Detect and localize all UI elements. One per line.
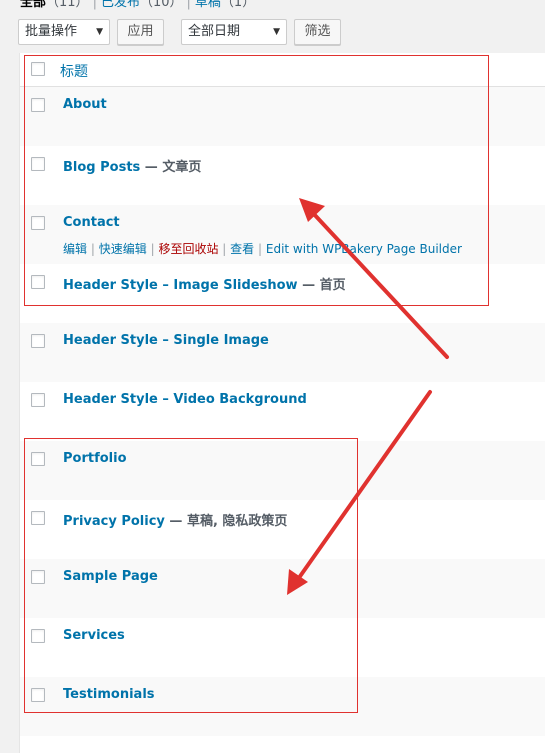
row-actions: 编辑 | 快速编辑 | 移至回收站 | 查看 | Edit with WPBak… [63, 240, 462, 257]
table-row: Testimonials [20, 677, 545, 736]
table-header: 标题 [20, 53, 545, 87]
row-checkbox[interactable] [31, 452, 45, 466]
row-action-page-builder[interactable]: Edit with WPBakery Page Builder [266, 242, 462, 256]
filter-draft-link[interactable]: 草稿 [195, 0, 221, 10]
row-state: — 首页 [297, 278, 346, 293]
filter-published-count: （10） [139, 0, 183, 10]
row-action-trash[interactable]: 移至回收站 [158, 242, 218, 256]
row-state: — 草稿, 隐私政策页 [164, 514, 288, 529]
row-checkbox[interactable] [31, 511, 45, 525]
row-state: — 文章页 [140, 160, 202, 175]
bulk-action-value: 批量操作 [25, 24, 78, 39]
row-title-link[interactable]: Sample Page [63, 569, 158, 584]
table-row: Header Style – Single Image [20, 323, 545, 382]
table-row: Blog Posts — 文章页 [20, 146, 545, 205]
date-filter-value: 全部日期 [188, 24, 241, 39]
row-action-separator: | [90, 242, 95, 256]
chevron-down-icon: ▼ [96, 27, 103, 37]
row-title-link[interactable]: Services [63, 628, 125, 643]
row-action-separator: | [258, 242, 263, 256]
filter-published-link[interactable]: 已发布 [101, 0, 140, 10]
row-action-separator: | [222, 242, 227, 256]
row-checkbox[interactable] [31, 157, 45, 171]
row-checkbox[interactable] [31, 570, 45, 584]
bulk-action-select[interactable]: 批量操作 ▼ [18, 19, 110, 45]
chevron-down-icon: ▼ [273, 27, 280, 37]
row-checkbox[interactable] [31, 393, 45, 407]
table-row: Header Style – Image Slideshow — 首页 [20, 264, 545, 323]
row-title-link[interactable]: Contact [63, 215, 120, 230]
filter-separator: | [186, 0, 191, 10]
row-title-link[interactable]: Portfolio [63, 451, 127, 466]
row-checkbox[interactable] [31, 275, 45, 289]
row-title-link[interactable]: Privacy Policy [63, 514, 165, 529]
filter-separator: | [92, 0, 97, 10]
row-title-link[interactable]: About [63, 97, 107, 112]
row-title-link[interactable]: Testimonials [63, 687, 155, 702]
row-checkbox[interactable] [31, 688, 45, 702]
row-title-link[interactable]: Blog Posts [63, 160, 140, 175]
row-title-link[interactable]: Header Style – Video Background [63, 392, 307, 407]
table-row: About [20, 87, 545, 146]
status-filters: 全部（11） | 已发布（10） | 草稿（1） [20, 0, 255, 10]
row-action-separator: | [150, 242, 155, 256]
filter-all-link[interactable]: 全部 [20, 0, 46, 10]
row-checkbox[interactable] [31, 216, 45, 230]
table-row: Portfolio [20, 441, 545, 500]
table-row: Services [20, 618, 545, 677]
row-checkbox[interactable] [31, 629, 45, 643]
row-action-view[interactable]: 查看 [230, 242, 254, 256]
row-title-link[interactable]: Header Style – Image Slideshow [63, 278, 298, 293]
table-row: Contact 编辑 | 快速编辑 | 移至回收站 | 查看 | Edit wi… [20, 205, 545, 264]
select-all-checkbox[interactable] [31, 62, 45, 76]
pages-table: 标题 About Blog Posts — 文章页 Contact 编辑 | 快… [19, 53, 545, 753]
filter-draft-count: （1） [220, 0, 256, 10]
row-action-quick-edit[interactable]: 快速编辑 [99, 242, 147, 256]
filter-button[interactable]: 筛选 [294, 19, 341, 45]
date-filter-select[interactable]: 全部日期 ▼ [181, 19, 287, 45]
table-row: Header Style – Video Background [20, 382, 545, 441]
table-row: Sample Page [20, 559, 545, 618]
row-action-edit[interactable]: 编辑 [63, 242, 87, 256]
table-row: Privacy Policy — 草稿, 隐私政策页 [20, 500, 545, 559]
apply-button[interactable]: 应用 [117, 19, 164, 45]
row-checkbox[interactable] [31, 98, 45, 112]
row-title-link[interactable]: Header Style – Single Image [63, 333, 269, 348]
row-checkbox[interactable] [31, 334, 45, 348]
filter-all-count: （11） [46, 0, 89, 10]
column-title-header[interactable]: 标题 [60, 61, 88, 81]
